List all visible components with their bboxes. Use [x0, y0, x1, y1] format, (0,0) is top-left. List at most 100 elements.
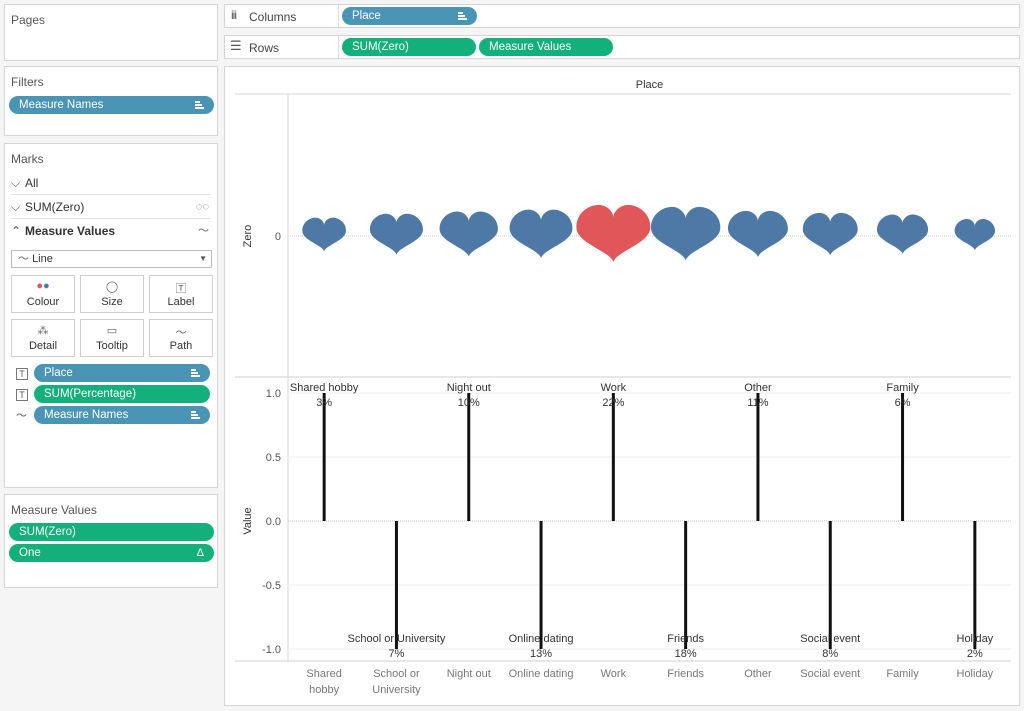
data-label-percentage: 13%: [530, 648, 552, 660]
marks-field-place[interactable]: Place: [34, 364, 210, 382]
x-tick-label: hobby: [309, 684, 339, 696]
colour-icon: ●●: [36, 280, 50, 292]
data-label-place: Online dating: [509, 633, 574, 645]
x-tick-label: Shared: [306, 668, 341, 680]
x-tick-label: School or: [373, 668, 420, 680]
sort-icon: [458, 12, 467, 20]
rows-icon: ☰: [230, 38, 242, 53]
zero-tick-label: 0: [275, 231, 281, 243]
rows-label: Rows: [249, 41, 280, 55]
sort-icon: [195, 101, 204, 109]
measure-values-title: Measure Values: [11, 503, 97, 517]
x-tick-label: Holiday: [957, 668, 994, 680]
heart-mark: [877, 214, 929, 254]
marks-row-sum-zero[interactable]: ⌵ SUM(Zero) ◌◌: [11, 195, 211, 219]
x-tick-label: Work: [601, 668, 627, 680]
value-axis-label: Value: [242, 507, 254, 534]
measure-pill-one[interactable]: One Δ: [9, 544, 214, 562]
data-label-percentage: 10%: [458, 397, 480, 409]
x-tick-label: Other: [744, 668, 772, 680]
columns-label: Columns: [249, 10, 297, 24]
x-tick-label: Family: [886, 668, 919, 680]
measure-values-panel: Measure Values SUM(Zero) One Δ: [4, 494, 218, 588]
filter-pill-measure-names[interactable]: Measure Names: [9, 96, 214, 114]
x-tick-label: Friends: [667, 668, 704, 680]
detail-card[interactable]: ⁂ Detail: [11, 319, 75, 357]
sort-icon: [191, 411, 200, 419]
tooltip-card[interactable]: ▭ Tooltip: [80, 319, 144, 357]
label-card[interactable]: 🅃 Label: [149, 275, 213, 313]
label-icon: 🅃: [175, 283, 187, 295]
data-label-percentage: 2%: [967, 648, 983, 660]
chart-texts: Place 0 Zero 1.0 0.5 0.0 -0.5 -1.0 Value Shared h…: [242, 79, 994, 696]
marks-row-all[interactable]: ⌵ All: [11, 171, 211, 195]
columns-icon: iii: [231, 8, 237, 22]
value-tick-label: 0.0: [266, 516, 281, 528]
x-tick-label: Online dating: [509, 668, 574, 680]
x-tick-label: Social event: [800, 668, 860, 680]
data-label-percentage: 8%: [822, 648, 838, 660]
marks-field-sum-percentage[interactable]: SUM(Percentage): [34, 385, 210, 403]
chevron-up-icon: ⌃: [11, 224, 22, 238]
mark-type-select[interactable]: 〜 Line ▼: [11, 250, 212, 268]
chart-marks: [302, 204, 996, 649]
delta-icon: Δ: [196, 547, 204, 559]
value-tick-label: 1.0: [266, 388, 281, 400]
heart-mark: [802, 212, 858, 256]
zero-axis-label: Zero: [242, 225, 254, 248]
label-field-icon: T: [16, 389, 28, 401]
data-label-place: Social event: [800, 633, 860, 645]
value-tick-label: -1.0: [262, 644, 281, 656]
measure-pill-sum-zero[interactable]: SUM(Zero): [9, 523, 214, 541]
x-tick-label: Night out: [447, 668, 491, 680]
detail-icon: ⁂: [37, 325, 49, 337]
data-label-percentage: 11%: [747, 397, 768, 409]
columns-shelf: iii Columns Place: [224, 4, 1020, 28]
heart-mark: [954, 219, 996, 251]
chart-title: Place: [636, 79, 664, 91]
shelf-divider: [338, 36, 339, 58]
data-label-place: Night out: [447, 382, 491, 394]
heart-mark: [439, 211, 498, 257]
path-field-icon: 〜: [16, 410, 27, 422]
marks-row-measure-values[interactable]: ⌃ Measure Values 〜: [11, 219, 211, 243]
heart-mark: [302, 217, 347, 252]
data-label-percentage: 18%: [675, 648, 697, 660]
filters-title: Filters: [11, 75, 44, 89]
view-canvas: Place 0 Zero 1.0 0.5 0.0 -0.5 -1.0 Value Shared h…: [224, 66, 1020, 706]
line-mark-icon: 〜: [198, 225, 209, 237]
path-card[interactable]: 〜 Path: [149, 319, 213, 357]
data-label-place: Work: [601, 382, 627, 394]
chart-frame: [235, 93, 1011, 662]
x-tick-label: University: [372, 684, 421, 696]
rows-pill-sum-zero[interactable]: SUM(Zero): [342, 38, 476, 56]
value-tick-label: 0.5: [266, 452, 281, 464]
chevron-down-icon: ⌵: [11, 200, 21, 214]
filters-panel: Filters Measure Names: [4, 66, 218, 136]
size-card[interactable]: ◯ Size: [80, 275, 144, 313]
data-label-percentage: 7%: [388, 648, 404, 660]
sort-icon: [191, 369, 200, 377]
data-label-place: Friends: [667, 633, 704, 645]
colour-card[interactable]: ●● Colour: [11, 275, 75, 313]
columns-pill-place[interactable]: Place: [342, 7, 477, 25]
heart-mark: [369, 213, 423, 255]
data-label-percentage: 22%: [602, 397, 624, 409]
heart-mark: [727, 210, 788, 257]
value-tick-label: -0.5: [262, 580, 281, 592]
rows-pill-measure-values[interactable]: Measure Values: [479, 38, 613, 56]
path-icon: 〜: [175, 327, 187, 339]
data-label-percentage: 6%: [895, 397, 911, 409]
marks-field-measure-names[interactable]: Measure Names: [34, 406, 210, 424]
dropdown-arrow-icon: ▼: [199, 254, 207, 263]
pages-panel: Pages: [4, 4, 218, 61]
chevron-down-icon: ⌵: [11, 176, 21, 190]
pages-title: Pages: [11, 13, 46, 27]
tooltip-icon: ▭: [106, 325, 118, 337]
shelf-divider: [338, 5, 339, 27]
data-label-place: Holiday: [957, 633, 994, 645]
line-mark-icon: 〜: [18, 253, 29, 265]
chart-svg[interactable]: Place 0 Zero 1.0 0.5 0.0 -0.5 -1.0 Value Shared h…: [225, 67, 1019, 705]
data-label-place: Other: [744, 382, 772, 394]
heart-mark: [509, 209, 573, 259]
